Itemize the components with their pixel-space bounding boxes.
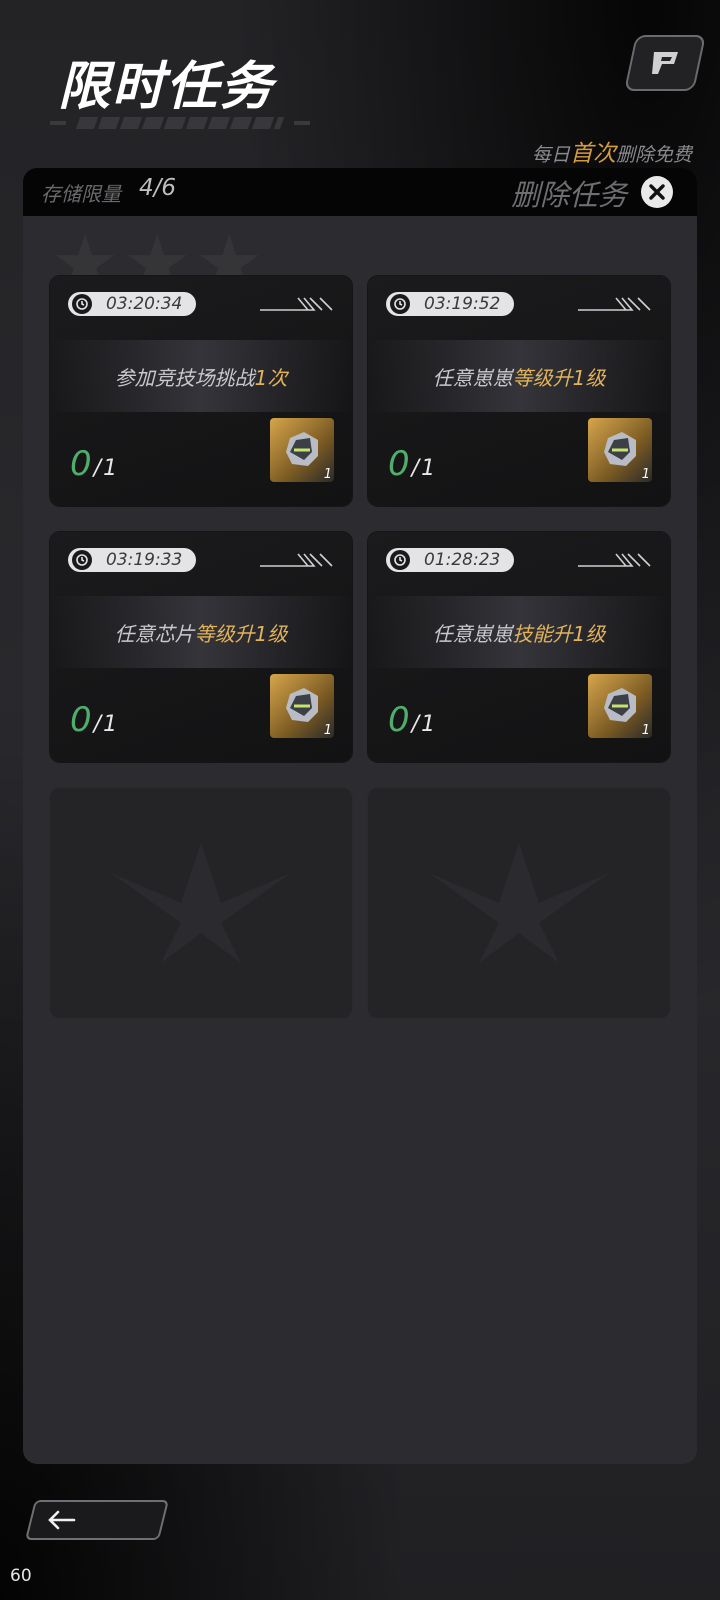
progress-separator: /: [93, 712, 102, 737]
reward-item[interactable]: 1: [588, 418, 652, 482]
reward-count: 1: [641, 723, 650, 738]
daily-note-suffix: 删除免费: [615, 144, 692, 166]
task-text: 参加竞技场挑战: [114, 365, 255, 390]
back-arrow-icon: [48, 1510, 76, 1530]
task-text: 任意崽崽: [432, 621, 513, 646]
reward-count: 1: [323, 723, 332, 738]
task-card[interactable]: 03:20:34 参加竞技场挑战 1次 0/1 1: [50, 276, 352, 506]
back-button[interactable]: [25, 1500, 169, 1540]
task-progress: 0/1: [70, 700, 117, 740]
daily-note-highlight: 首次: [569, 141, 616, 167]
task-progress: 0/1: [388, 700, 435, 740]
task-text: 任意崽崽: [432, 365, 513, 390]
helmet-icon: [286, 688, 318, 722]
progress-total: 1: [421, 456, 436, 481]
progress-separator: /: [411, 712, 420, 737]
task-progress: 0/1: [70, 444, 117, 484]
task-progress: 0/1: [388, 444, 435, 484]
clock-icon: [390, 550, 410, 570]
task-text-accent: 1次: [254, 365, 288, 390]
helmet-icon: [604, 432, 636, 466]
title-decoration: [50, 116, 310, 130]
daily-free-delete-note: 每日首次删除免费: [532, 134, 692, 168]
progress-separator: /: [93, 456, 102, 481]
close-icon: [649, 184, 665, 200]
page-title: 限时任务: [58, 57, 275, 117]
decorative-lines-icon: [260, 553, 333, 567]
task-card[interactable]: 03:19:33 任意芯片 等级升1级 0/1 1: [50, 532, 352, 762]
game-logo-icon: [652, 52, 678, 74]
task-panel: ★★★ 存储限量 4/6 删除任务 03:20:34 参加竞技场挑战1次 0/1…: [23, 168, 697, 1464]
clock-icon: [72, 294, 92, 314]
decorative-lines-icon: [578, 553, 651, 567]
delete-task-button[interactable]: 删除任务: [511, 172, 627, 214]
task-description: 任意崽崽 技能升1级: [368, 596, 670, 668]
progress-current: 0: [388, 444, 410, 484]
decorative-lines-icon: [260, 297, 333, 311]
empty-task-slot: [50, 788, 352, 1018]
daily-note-prefix: 每日: [531, 144, 570, 166]
progress-total: 1: [421, 712, 436, 737]
reward-count: 1: [641, 467, 650, 482]
empty-task-slot: [368, 788, 670, 1018]
task-text-accent: 等级升1级: [194, 621, 288, 646]
timer-text: 03:20:34: [106, 294, 183, 314]
task-timer: 03:20:34: [68, 292, 196, 316]
progress-total: 1: [103, 456, 118, 481]
clock-icon: [390, 294, 410, 314]
reward-item[interactable]: 1: [270, 418, 334, 482]
storage-label: 存储限量: [41, 182, 121, 206]
timer-text: 01:28:23: [424, 550, 501, 570]
timer-text: 03:19:52: [424, 294, 501, 314]
helmet-icon: [604, 688, 636, 722]
game-logo-button[interactable]: [624, 35, 706, 91]
decorative-lines-icon: [578, 297, 651, 311]
empty-slot-emblem-icon: [429, 843, 609, 963]
task-description: 任意芯片 等级升1级: [50, 596, 352, 668]
task-description: 任意崽崽 等级升1级: [368, 340, 670, 412]
task-text-accent: 技能升1级: [512, 621, 606, 646]
task-timer: 01:28:23: [386, 548, 514, 572]
task-description: 参加竞技场挑战 1次: [50, 340, 352, 412]
task-card[interactable]: 03:19:52 任意崽崽 等级升1级 0/1 1: [368, 276, 670, 506]
empty-slot-emblem-icon: [111, 843, 291, 963]
fps-counter: 60: [10, 1566, 32, 1586]
timer-text: 03:19:33: [106, 550, 183, 570]
task-text: 任意芯片: [114, 621, 195, 646]
progress-current: 0: [388, 700, 410, 740]
progress-current: 0: [70, 444, 92, 484]
reward-item[interactable]: 1: [270, 674, 334, 738]
task-card[interactable]: 01:28:23 任意崽崽 技能升1级 0/1 1: [368, 532, 670, 762]
storage-value: 4/6: [139, 175, 177, 201]
progress-total: 1: [103, 712, 118, 737]
reward-item[interactable]: 1: [588, 674, 652, 738]
progress-separator: /: [411, 456, 420, 481]
panel-header-bar: 存储限量 4/6 删除任务: [23, 168, 697, 216]
task-timer: 03:19:33: [68, 548, 196, 572]
clock-icon: [72, 550, 92, 570]
close-button[interactable]: [641, 176, 673, 208]
reward-count: 1: [323, 467, 332, 482]
helmet-icon: [286, 432, 318, 466]
task-text-accent: 等级升1级: [512, 365, 606, 390]
task-timer: 03:19:52: [386, 292, 514, 316]
progress-current: 0: [70, 700, 92, 740]
